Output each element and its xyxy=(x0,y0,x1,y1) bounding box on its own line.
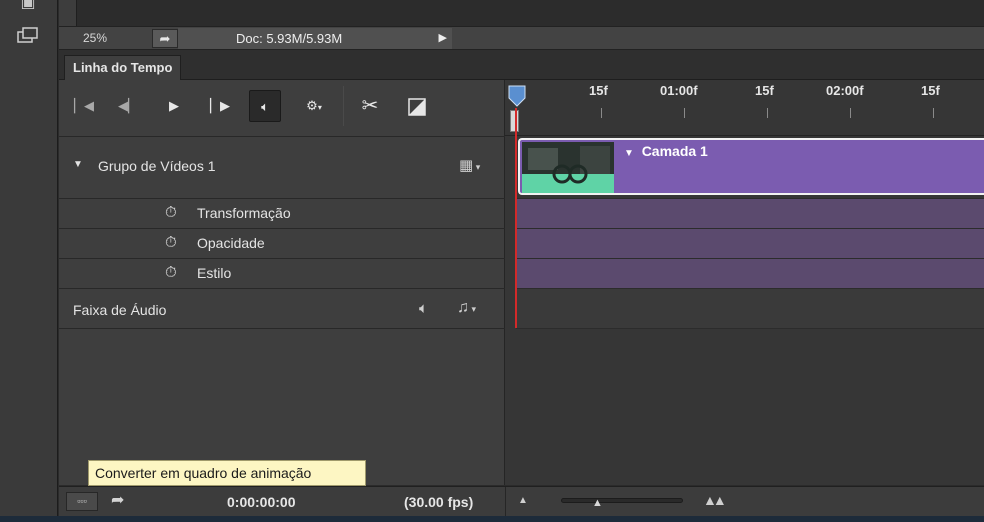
tool-rail: ▣ xyxy=(0,0,58,522)
ruler-tick-label: 15f xyxy=(921,83,940,98)
stopwatch-icon[interactable]: ⏱︎ xyxy=(165,264,177,281)
audio-toggle-icon[interactable]: 🔈︎ xyxy=(249,90,281,122)
ruler-tick xyxy=(684,108,685,118)
audio-track-label: Faixa de Áudio xyxy=(73,302,167,318)
next-frame-icon[interactable]: ▏▶ xyxy=(204,90,236,122)
property-lane xyxy=(516,258,984,288)
clip-thumbnail xyxy=(522,142,614,193)
doc-size[interactable]: Doc: 5.93M/5.93M ▶ xyxy=(178,28,452,49)
ruler-tick-label: 02:00f xyxy=(826,83,864,98)
zoom-in-mountain-icon[interactable]: ▲▲ xyxy=(703,492,727,508)
canvas-area xyxy=(59,0,984,26)
play-icon[interactable]: ▶ xyxy=(158,90,190,122)
vertical-ruler xyxy=(59,0,77,26)
timeline-footer: ▫▫▫ ➦ 0:00:00:00 (30.00 fps) ▲ ▲ ▲▲ xyxy=(59,486,984,517)
footer-divider xyxy=(505,487,506,517)
ruler-tick xyxy=(767,108,768,118)
toolbar-divider xyxy=(343,86,344,126)
audio-track-row[interactable]: Faixa de Áudio 🔈︎ ♫ ▾ xyxy=(59,288,505,329)
property-label: Transformação xyxy=(197,205,291,221)
frame-animation-icon[interactable]: ▫▫▫ xyxy=(66,492,98,511)
ruler-tick-label: 15f xyxy=(755,83,774,98)
property-lane xyxy=(516,228,984,258)
property-row[interactable]: ⏱︎ Transformação xyxy=(59,198,505,228)
video-group-row[interactable]: ▼ Grupo de Vídeos 1 ▦ ▾ xyxy=(59,136,505,198)
settings-gear-icon[interactable]: ⚙︎▾ xyxy=(298,90,330,122)
ruler-tick-label: 15f xyxy=(589,83,608,98)
speaker-icon[interactable]: 🔈︎ xyxy=(419,300,428,317)
render-video-icon[interactable]: ➦ xyxy=(111,490,124,510)
zoom-out-mountain-icon[interactable]: ▲ xyxy=(518,495,528,506)
audio-lane[interactable] xyxy=(516,288,984,329)
go-to-first-frame-icon[interactable]: ▏◀ xyxy=(68,90,100,122)
zoom-slider-thumb[interactable]: ▲ xyxy=(592,497,603,509)
clip-collapse-triangle-icon[interactable]: ▼ xyxy=(624,148,634,159)
property-row[interactable]: ⏱︎ Estilo xyxy=(59,258,505,288)
ruler-tick xyxy=(933,108,934,118)
property-label: Estilo xyxy=(197,265,232,281)
collapse-triangle-icon[interactable]: ▼ xyxy=(73,159,83,170)
zoom-slider-track[interactable] xyxy=(561,498,683,503)
ruler-tick xyxy=(601,108,602,118)
property-row[interactable]: ⏱︎ Opacidade xyxy=(59,228,505,258)
ruler-tick xyxy=(850,108,851,118)
navigator-icon[interactable]: ▣ xyxy=(14,0,42,14)
arrange-windows-icon[interactable] xyxy=(14,26,42,48)
music-note-icon[interactable]: ♫ ▾ xyxy=(457,299,476,317)
film-strip-icon[interactable]: ▦ ▾ xyxy=(459,156,480,174)
doc-menu-arrow-icon[interactable]: ▶ xyxy=(439,28,447,49)
clip-name: ▼ Camada 1 xyxy=(624,143,708,159)
video-clip[interactable]: ▼ Camada 1 xyxy=(518,138,984,195)
previous-frame-icon[interactable]: ◀▏ xyxy=(112,90,144,122)
transition-icon[interactable] xyxy=(401,90,433,122)
os-bottom-edge xyxy=(0,516,984,522)
panel-tab-bar: Linha do Tempo xyxy=(59,50,984,80)
video-group-label: Grupo de Vídeos 1 xyxy=(98,158,216,174)
status-bar: 25% ➦ Doc: 5.93M/5.93M ▶ xyxy=(59,26,984,50)
tooltip: Converter em quadro de animação xyxy=(88,460,366,486)
clip-name-text: Camada 1 xyxy=(641,143,708,159)
doc-size-label: Doc: 5.93M/5.93M xyxy=(236,31,343,46)
property-label: Opacidade xyxy=(197,235,265,251)
frame-rate: (30.00 fps) xyxy=(404,494,474,510)
property-lane xyxy=(516,198,984,228)
tab-timeline[interactable]: Linha do Tempo xyxy=(64,55,182,80)
share-icon[interactable]: ➦ xyxy=(152,29,178,48)
ruler-tick-label: 01:00f xyxy=(660,83,698,98)
zoom-level[interactable]: 25% xyxy=(83,31,107,45)
playhead-line[interactable] xyxy=(515,108,517,328)
timeline-ruler[interactable] xyxy=(505,80,984,136)
current-time[interactable]: 0:00:00:00 xyxy=(227,494,296,510)
stopwatch-icon[interactable]: ⏱︎ xyxy=(165,234,177,251)
split-scissors-icon[interactable]: ✂ xyxy=(354,90,386,122)
stopwatch-icon[interactable]: ⏱︎ xyxy=(165,204,177,221)
